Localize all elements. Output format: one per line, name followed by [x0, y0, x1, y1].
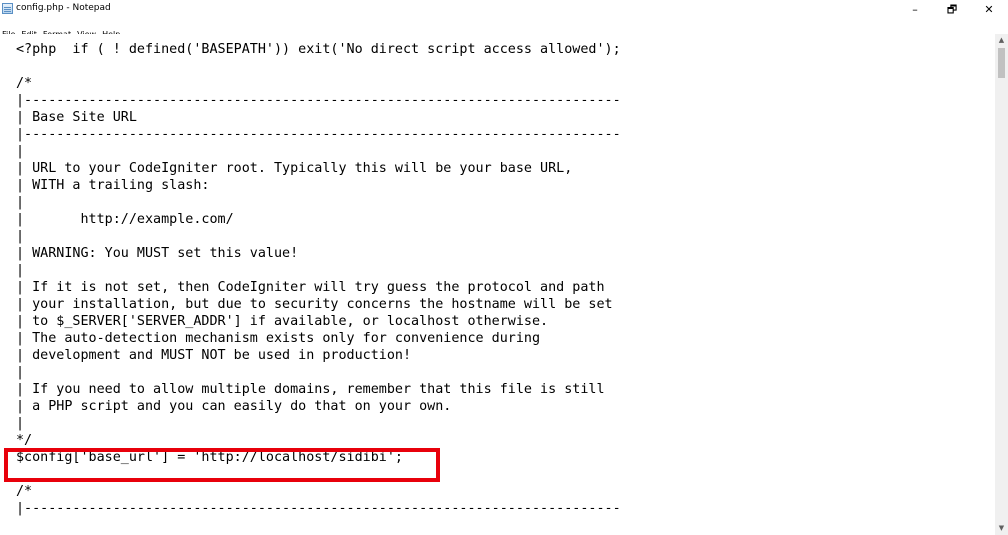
menu-bar: FileEditFormatViewHelp [0, 22, 1008, 39]
maximize-button[interactable]: 🗗 [938, 0, 966, 22]
code-line: | WARNING: You MUST set this value! [16, 246, 299, 261]
code-line: | If you need to allow multiple domains,… [16, 382, 605, 397]
notepad-app-icon[interactable] [2, 3, 13, 14]
code-line: | http://example.com/ [16, 212, 234, 227]
code-line: | [16, 195, 25, 210]
code-line: |---------------------------------------… [16, 93, 621, 108]
code-line: | [16, 365, 25, 380]
code-line: | your installation, but due to security… [16, 297, 613, 312]
code-line: | WITH a trailing slash: [16, 178, 210, 193]
code-line: | [16, 229, 25, 244]
code-line: | Base Site URL [16, 110, 137, 125]
code-line: |---------------------------------------… [16, 501, 621, 516]
code-line: | to $_SERVER['SERVER_ADDR'] if availabl… [16, 314, 549, 329]
code-line: | a PHP script and you can easily do tha… [16, 399, 452, 414]
code-line: | If it is not set, then CodeIgniter wil… [16, 280, 605, 295]
highlight-box [4, 448, 440, 482]
minimize-button[interactable]: – [901, 0, 929, 22]
code-line: | The auto-detection mechanism exists on… [16, 331, 541, 346]
title-bar[interactable]: config.php - Notepad – 🗗 ✕ [0, 0, 1008, 22]
code-line: | URL to your CodeIgniter root. Typicall… [16, 161, 573, 176]
code-line: | development and MUST NOT be used in pr… [16, 348, 412, 363]
code-line: */ [16, 433, 33, 448]
scroll-up-arrow-icon[interactable]: ▲ [995, 34, 1008, 47]
code-line: /* [16, 484, 33, 499]
close-button[interactable]: ✕ [975, 0, 1003, 22]
code-line: | [16, 144, 25, 159]
window-title: config.php - Notepad [16, 3, 111, 13]
vertical-scrollbar[interactable]: ▲ ▼ [995, 34, 1008, 535]
code-line: |---------------------------------------… [16, 127, 621, 142]
code-line: /* [16, 76, 33, 91]
scrollbar-thumb[interactable] [998, 48, 1005, 78]
code-line: | [16, 416, 25, 431]
code-line: | [16, 263, 25, 278]
code-line: <?php if ( ! defined('BASEPATH')) exit('… [16, 42, 621, 57]
scroll-down-arrow-icon[interactable]: ▼ [995, 522, 1008, 535]
